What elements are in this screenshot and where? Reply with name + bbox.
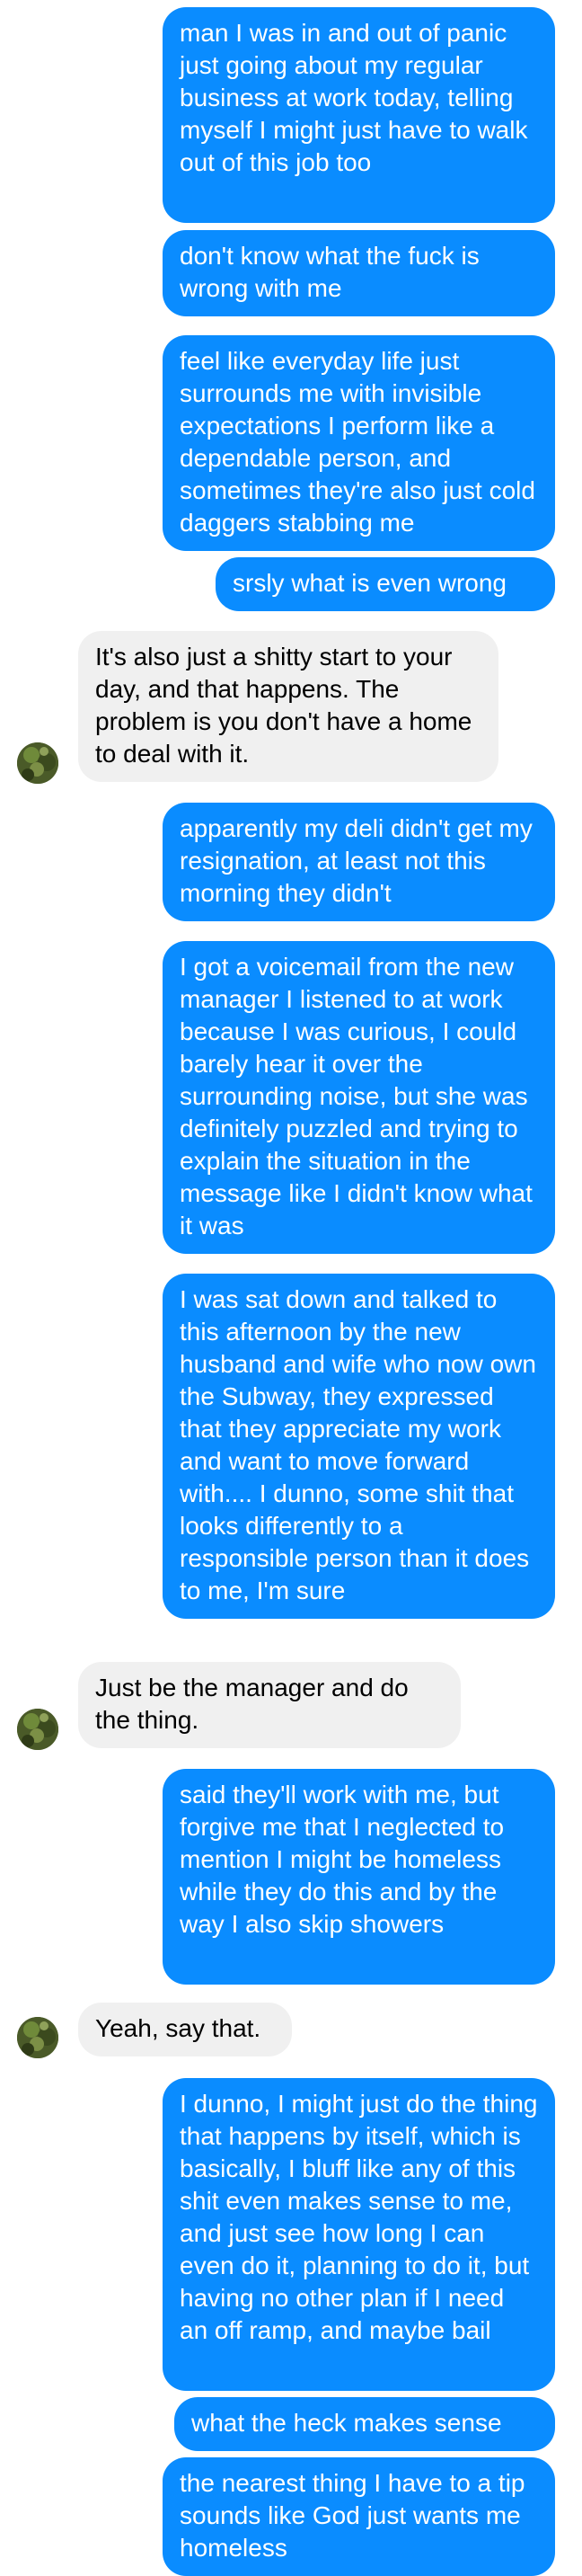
message-bubble-incoming[interactable]: Just be the manager and do the thing. (78, 1662, 461, 1748)
contact-avatar[interactable] (17, 742, 58, 784)
contact-avatar-photo (17, 2017, 58, 2058)
contact-avatar[interactable] (17, 2017, 58, 2058)
message-bubble-incoming[interactable]: Yeah, say that. (78, 2003, 292, 2056)
message-bubble-outgoing[interactable]: I got a voicemail from the new manager I… (163, 941, 555, 1254)
message-bubble-incoming[interactable]: It's also just a shitty start to your da… (78, 631, 498, 782)
message-bubble-outgoing[interactable]: the nearest thing I have to a tip sounds… (163, 2457, 555, 2576)
message-bubble-outgoing[interactable]: apparently my deli didn't get my resigna… (163, 803, 555, 921)
message-bubble-outgoing[interactable]: don't know what the fuck is wrong with m… (163, 230, 555, 316)
contact-avatar-photo (17, 742, 58, 784)
contact-avatar-photo (17, 1709, 58, 1750)
message-bubble-outgoing[interactable]: I was sat down and talked to this aftern… (163, 1274, 555, 1619)
message-bubble-outgoing[interactable]: srsly what is even wrong (216, 557, 555, 611)
message-bubble-outgoing[interactable]: man I was in and out of panic just going… (163, 7, 555, 223)
contact-avatar[interactable] (17, 1709, 58, 1750)
message-bubble-outgoing[interactable]: said they'll work with me, but forgive m… (163, 1769, 555, 1985)
message-bubble-outgoing[interactable]: I dunno, I might just do the thing that … (163, 2078, 555, 2391)
message-bubble-outgoing[interactable]: feel like everyday life just surrounds m… (163, 335, 555, 551)
message-bubble-outgoing[interactable]: what the heck makes sense (174, 2397, 555, 2451)
